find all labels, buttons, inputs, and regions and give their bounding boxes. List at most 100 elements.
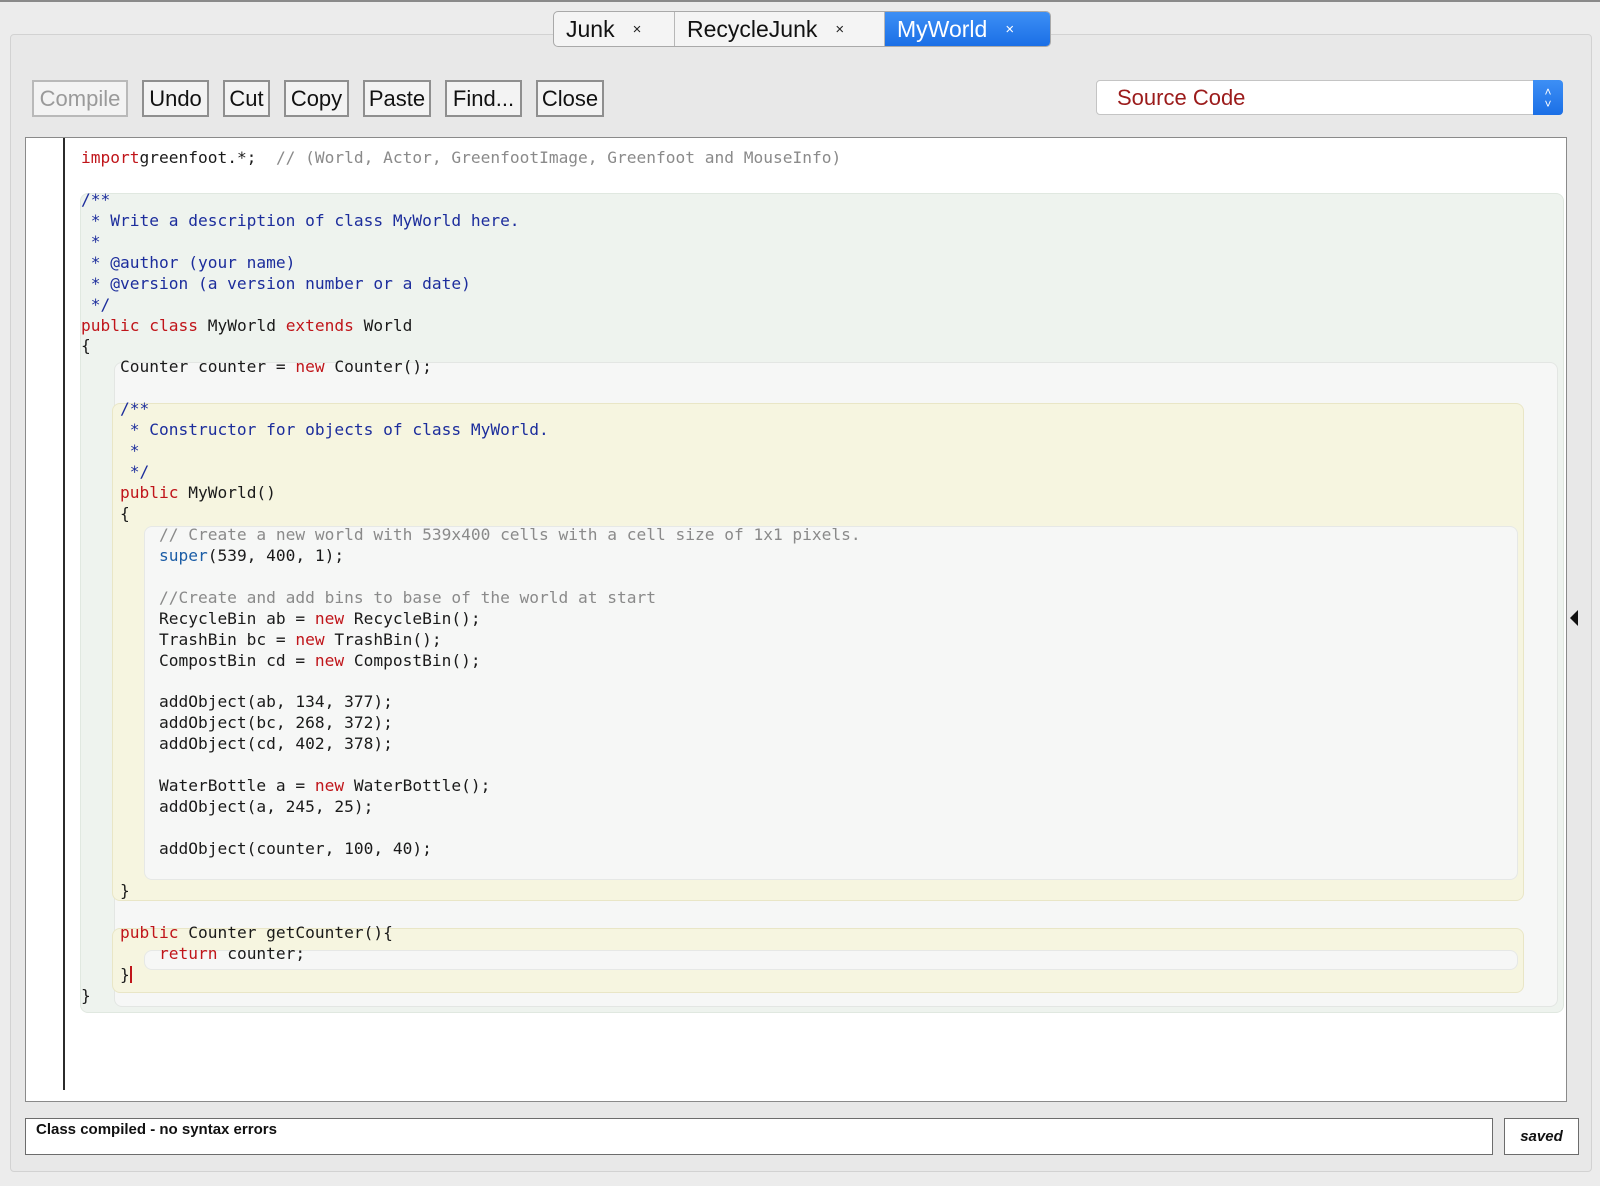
- code-line: public MyWorld(): [81, 483, 861, 504]
- code-line: */: [81, 295, 861, 316]
- code-token: import: [81, 148, 140, 167]
- undo-button[interactable]: Undo: [142, 80, 209, 117]
- code-line: super(539, 400, 1);: [81, 546, 861, 567]
- copy-button[interactable]: Copy: [284, 80, 349, 117]
- close-icon[interactable]: ×: [633, 21, 642, 38]
- code-line: }: [81, 986, 861, 1007]
- code-line: }: [81, 881, 861, 902]
- code-token: /**: [81, 399, 150, 419]
- close-icon[interactable]: ×: [1005, 21, 1014, 38]
- code-line: // Create a new world with 539x400 cells…: [81, 525, 861, 546]
- code-line: /**: [81, 399, 861, 420]
- code-line: * Write a description of class MyWorld h…: [81, 211, 861, 232]
- view-select[interactable]: Source Code ˄ ˅: [1096, 80, 1563, 115]
- paste-button[interactable]: Paste: [363, 80, 431, 117]
- code-token: public: [81, 922, 179, 942]
- code-line: */: [81, 462, 861, 483]
- code-line: //Create and add bins to base of the wor…: [81, 588, 861, 609]
- code-token: RecycleBin ab =: [81, 608, 315, 628]
- code-line: TrashBin bc = new TrashBin();: [81, 630, 861, 651]
- close-icon[interactable]: ×: [835, 21, 844, 38]
- code-line: addObject(bc, 268, 372);: [81, 713, 861, 734]
- code-token: // Create a new world with 539x400 cells…: [81, 524, 861, 544]
- code-token: new: [314, 608, 345, 628]
- code-line: addObject(a, 245, 25);: [81, 797, 861, 818]
- code-line: * @version (a version number or a date): [81, 274, 861, 295]
- code-line: public class MyWorld extends World: [81, 316, 861, 337]
- code-token: new: [314, 776, 345, 796]
- code-token: super: [81, 545, 208, 565]
- code-token: */: [81, 462, 150, 482]
- code-token: (539, 400, 1);: [207, 545, 354, 565]
- find-button[interactable]: Find...: [445, 80, 522, 117]
- code-token: * @author (your name): [81, 252, 306, 272]
- code-token: addObject(counter, 100, 40);: [81, 838, 432, 858]
- code-token: CompostBin cd =: [81, 650, 315, 670]
- code-line: addObject(cd, 402, 378);: [81, 734, 861, 755]
- code-token: * Write a description of class MyWorld h…: [81, 210, 520, 230]
- code-token: public: [81, 315, 140, 335]
- code-token: public: [81, 483, 179, 502]
- code-token: }: [81, 985, 91, 1005]
- code-line: /**: [81, 190, 861, 211]
- code-editor[interactable]: importgreenfoot.*; // (World, Actor, Gre…: [25, 137, 1567, 1102]
- code-token: return: [81, 943, 218, 963]
- cut-button[interactable]: Cut: [223, 80, 270, 117]
- tab-label: RecycleJunk: [687, 15, 818, 42]
- window-top-border: [0, 0, 1600, 2]
- code-token: World: [353, 315, 413, 335]
- code-token: WaterBottle();: [344, 776, 491, 796]
- code-token: */: [81, 294, 111, 314]
- view-select-value: Source Code: [1117, 85, 1246, 110]
- code-token: MyWorld: [197, 315, 286, 335]
- code-token: extends: [285, 315, 354, 335]
- tab-junk[interactable]: Junk ×: [554, 12, 675, 46]
- code-token: }: [81, 964, 130, 984]
- tab-myworld[interactable]: MyWorld ×: [885, 12, 1050, 46]
- code-token: addObject(a, 245, 25);: [81, 797, 374, 817]
- code-token: * @version (a version number or a date): [81, 273, 471, 293]
- code-line: {: [81, 336, 861, 357]
- code-token: Counter getCounter(){: [178, 922, 393, 942]
- source-code[interactable]: importgreenfoot.*; // (World, Actor, Gre…: [81, 148, 861, 1006]
- chevron-updown-icon[interactable]: ˄ ˅: [1533, 80, 1563, 115]
- tab-recyclejunk[interactable]: RecycleJunk ×: [675, 12, 885, 46]
- code-line: {: [81, 504, 861, 525]
- code-line: *: [81, 232, 861, 253]
- code-token: Counter();: [324, 357, 432, 377]
- code-line: importgreenfoot.*; // (World, Actor, Gre…: [81, 148, 861, 169]
- status-message: Class compiled - no syntax errors: [36, 1121, 277, 1138]
- code-token: Counter counter =: [81, 357, 296, 377]
- code-line: WaterBottle a = new WaterBottle();: [81, 776, 861, 797]
- code-line: return counter;: [81, 944, 861, 965]
- code-token: }: [81, 880, 130, 900]
- compile-button[interactable]: Compile: [32, 80, 128, 117]
- code-line: CompostBin cd = new CompostBin();: [81, 651, 861, 672]
- close-button[interactable]: Close: [536, 80, 604, 117]
- collapse-panel-icon[interactable]: [1570, 610, 1578, 626]
- code-line: }: [81, 965, 861, 986]
- tab-label: MyWorld: [897, 15, 988, 42]
- code-line: * @author (your name): [81, 253, 861, 274]
- code-line: *: [81, 441, 861, 462]
- code-token: addObject(bc, 268, 372);: [81, 713, 393, 733]
- code-token: CompostBin();: [344, 650, 481, 670]
- code-token: * Constructor for objects of class MyWor…: [81, 420, 549, 440]
- code-token: RecycleBin();: [344, 608, 481, 628]
- code-line: * Constructor for objects of class MyWor…: [81, 420, 861, 441]
- tab-label: Junk: [566, 15, 615, 42]
- code-token: addObject(ab, 134, 377);: [81, 692, 393, 712]
- saved-indicator: saved: [1504, 1118, 1579, 1155]
- code-token: counter;: [217, 943, 306, 963]
- code-token: {: [81, 336, 91, 356]
- code-token: // (World, Actor, GreenfootImage, Greenf…: [275, 148, 842, 167]
- code-line: public Counter getCounter(){: [81, 923, 861, 944]
- code-line: Counter counter = new Counter();: [81, 357, 861, 378]
- tab-bar: Junk × RecycleJunk × MyWorld ×: [553, 11, 1051, 47]
- code-token: MyWorld(): [178, 483, 276, 502]
